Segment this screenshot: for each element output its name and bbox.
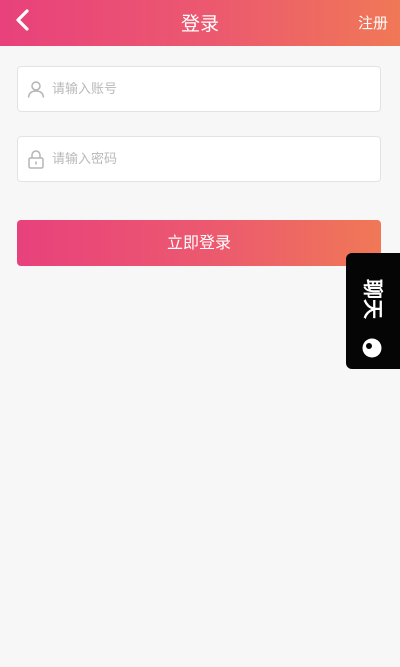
lock-icon [28, 150, 44, 169]
login-button[interactable]: 立即登录 [17, 220, 381, 266]
chat-widget-tab[interactable]: 聊天 [346, 253, 400, 369]
account-input[interactable] [52, 77, 362, 101]
user-icon [27, 81, 45, 98]
chat-label: 聊天 [361, 279, 385, 319]
chat-bubble-icon [362, 338, 382, 358]
top-nav-bar: 登录 注册 [0, 0, 400, 46]
page-title: 登录 [180, 13, 219, 35]
password-field[interactable] [17, 136, 381, 182]
account-field[interactable] [17, 66, 381, 112]
password-input[interactable] [52, 147, 362, 171]
register-link[interactable]: 注册 [358, 13, 388, 33]
